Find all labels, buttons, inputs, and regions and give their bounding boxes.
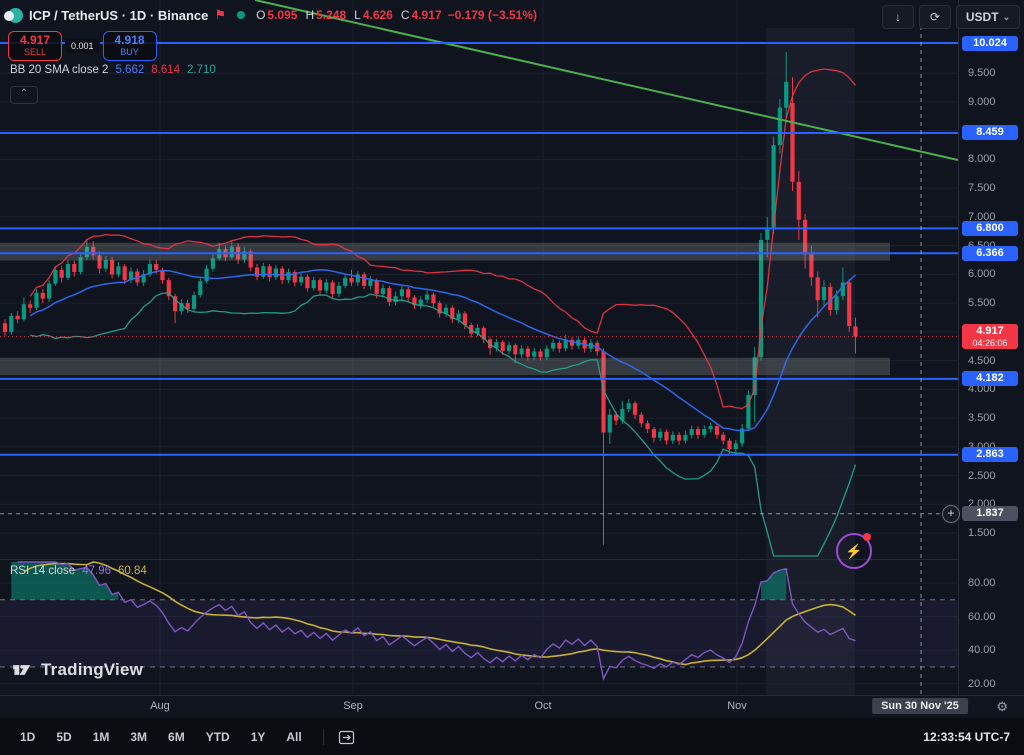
axis-label: 1.500 xyxy=(968,527,996,539)
symbol-logo-icon xyxy=(8,8,23,23)
candles-layer xyxy=(3,52,858,545)
price-tag-8.459: 8.459 xyxy=(962,125,1018,140)
quote-key: L xyxy=(354,8,361,22)
bb-upper-value: 8.614 xyxy=(151,64,180,76)
bb-upper xyxy=(30,69,855,408)
ohlc-values: O5.095 H5.248 L4.626 C4.917 xyxy=(256,8,442,22)
price-tag-10.024: 10.024 xyxy=(962,36,1018,51)
axis-label: 20.00 xyxy=(968,678,996,690)
axis-label: 8.000 xyxy=(968,153,996,165)
price-axis[interactable]: 9.5009.0008.5008.0007.5007.0006.5006.000… xyxy=(958,0,1024,695)
sell-button[interactable]: 4.917 SELL xyxy=(8,31,62,61)
chevron-down-icon: ⌄ xyxy=(1003,12,1011,23)
axis-label: 60.00 xyxy=(968,611,996,623)
rsi-name: RSI 14 close xyxy=(10,565,75,577)
tradingview-watermark: TradingView xyxy=(12,660,143,680)
month-label-Nov: Nov xyxy=(727,700,747,712)
go-to-date-icon[interactable] xyxy=(338,729,355,745)
axis-label: 5.500 xyxy=(968,297,996,309)
buy-button[interactable]: 4.918 BUY xyxy=(103,31,157,61)
quote-key: H xyxy=(305,8,314,22)
month-label-Oct: Oct xyxy=(534,700,551,712)
order-panel: 4.917 SELL 0.001 4.918 BUY xyxy=(8,31,157,61)
price-tag-4.917: 4.91704:26:06 xyxy=(962,324,1018,349)
range-button-3M[interactable]: 3M xyxy=(130,730,147,744)
quote-value: 4.917 xyxy=(412,8,442,22)
toolbar-divider xyxy=(323,729,324,745)
quote-key: O xyxy=(256,8,265,22)
zone xyxy=(0,243,890,261)
rsi-value: 47.96 xyxy=(82,565,111,577)
price-tag-6.366: 6.366 xyxy=(962,246,1018,261)
flag-icon[interactable]: ⚑ xyxy=(214,7,226,23)
top-right-controls: ↓ ⟳ USDT ⌄ xyxy=(882,5,1020,29)
tradingview-logo xyxy=(12,660,34,680)
axis-label: 3.500 xyxy=(968,412,996,424)
axis-label: 9.000 xyxy=(968,96,996,108)
sync-refresh-icon[interactable]: ⟳ xyxy=(919,5,951,29)
axis-label: 80.00 xyxy=(968,577,996,589)
range-button-YTD[interactable]: YTD xyxy=(206,730,230,744)
range-button-1M[interactable]: 1M xyxy=(93,730,110,744)
price-tag-4.182: 4.182 xyxy=(962,371,1018,386)
lightning-icon: ⚡ xyxy=(845,543,862,560)
range-button-1Y[interactable]: 1Y xyxy=(251,730,266,744)
bottom-toolbar: 1D 5D 1M 3M 6M YTD 1Y All 12:33:54 UTC-7 xyxy=(0,718,1024,755)
bb-lower-value: 2.710 xyxy=(187,64,216,76)
bb-basis-value: 5.662 xyxy=(115,64,144,76)
currency-dropdown[interactable]: USDT ⌄ xyxy=(956,5,1020,29)
axis-label: 9.500 xyxy=(968,67,996,79)
range-button-5D[interactable]: 5D xyxy=(56,730,71,744)
gear-icon[interactable]: ⚙ xyxy=(996,699,1008,715)
scroll-to-recent-icon[interactable]: ↓ xyxy=(882,5,914,29)
axis-label: 40.00 xyxy=(968,644,996,656)
buy-price: 4.918 xyxy=(104,34,156,47)
quote-value: 5.248 xyxy=(316,8,346,22)
month-label-Aug: Aug xyxy=(150,700,170,712)
bb-indicator-legend[interactable]: BB 20 SMA close 2 5.662 8.614 2.710 xyxy=(10,64,216,76)
spread-value: 0.001 xyxy=(65,39,100,53)
axis-label: 4.500 xyxy=(968,355,996,367)
chart-canvas[interactable] xyxy=(0,0,958,695)
time-axis[interactable]: Aug Sep Oct Nov Sun 30 Nov '25 ⚙ xyxy=(0,695,1024,719)
range-buttons: 1D 5D 1M 3M 6M YTD 1Y All xyxy=(20,730,323,744)
quote-key: C xyxy=(401,8,410,22)
crosshair-plus-icon[interactable]: + xyxy=(942,505,960,523)
price-tag-6.800: 6.800 xyxy=(962,221,1018,236)
tradingview-chart-window: 9.5009.0008.5008.0007.5007.0006.5006.000… xyxy=(0,0,1024,755)
rsi-indicator-legend[interactable]: RSI 14 close 47.96 60.84 xyxy=(10,565,147,577)
price-tag-2.863: 2.863 xyxy=(962,447,1018,462)
axis-label: 6.000 xyxy=(968,268,996,280)
collapse-legend-button[interactable]: ⌃ xyxy=(10,86,38,104)
change-value: −0.179 (−3.51%) xyxy=(448,8,537,22)
range-button-All[interactable]: All xyxy=(286,730,301,744)
clock-utc[interactable]: 12:33:54 UTC-7 xyxy=(923,730,1010,744)
rsi-ma-value: 60.84 xyxy=(118,565,147,577)
axis-label: 7.500 xyxy=(968,182,996,194)
symbol-legend[interactable]: ICP / TetherUS · 1D · Binance ⚑ O5.095 H5… xyxy=(8,7,537,23)
sell-price: 4.917 xyxy=(9,34,61,47)
sell-label: SELL xyxy=(9,47,61,57)
currency-label: USDT xyxy=(966,10,999,24)
lightning-fab[interactable]: ⚡ xyxy=(836,533,872,569)
bb-name: BB 20 SMA close 2 xyxy=(10,64,108,76)
price-tag-1.837: 1.837 xyxy=(962,506,1018,521)
month-label-Sep: Sep xyxy=(343,700,363,712)
watermark-text: TradingView xyxy=(41,660,143,680)
buy-label: BUY xyxy=(104,47,156,57)
symbol-title[interactable]: ICP / TetherUS · 1D · Binance xyxy=(29,8,208,23)
connection-status-dot xyxy=(237,11,245,19)
range-button-6M[interactable]: 6M xyxy=(168,730,185,744)
notification-dot xyxy=(863,533,871,541)
range-button-1D[interactable]: 1D xyxy=(20,730,35,744)
quote-value: 4.626 xyxy=(363,8,393,22)
axis-label: 2.500 xyxy=(968,470,996,482)
quote-value: 5.095 xyxy=(267,8,297,22)
crosshair-date-tag: Sun 30 Nov '25 xyxy=(872,698,968,714)
